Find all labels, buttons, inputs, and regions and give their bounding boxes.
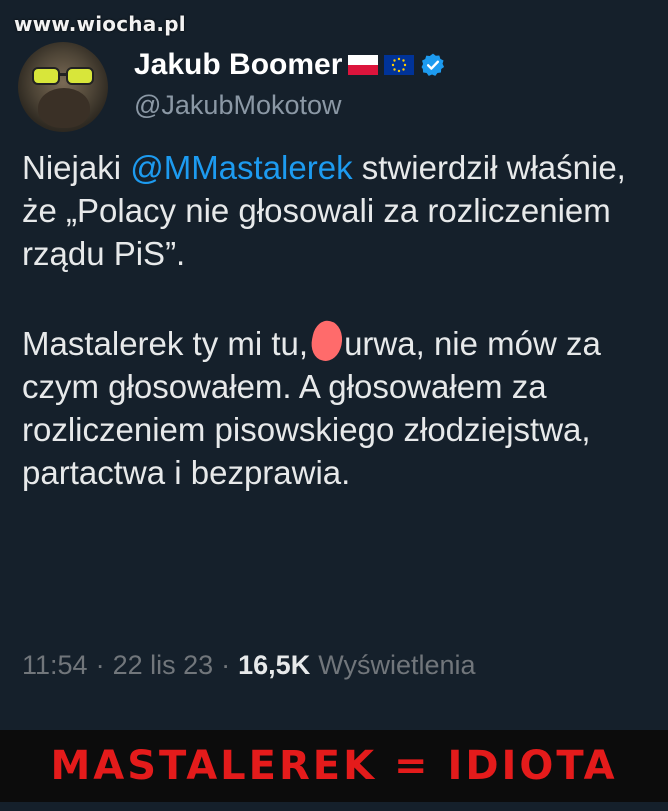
text-segment: Niejaki [22,149,131,186]
views-count: 16,5K [238,650,311,680]
tweet-time[interactable]: 11:54 [22,650,88,681]
avatar-beard [38,88,90,128]
tweet-header: Jakub Boomer @JakubMokotow [18,42,658,132]
tweet-paragraph-2: Mastalerek ty mi tu, urwa, nie mów za czy… [22,318,652,494]
tweet-paragraph-1: Niejaki @MMastalerek stwierdził właśnie,… [22,146,652,275]
tweet-meta: 11:54 · 22 lis 23 · 16,5K Wyświetlenia [22,650,476,681]
separator: · [221,650,231,680]
tweet-date[interactable]: 22 lis 23 [113,650,214,681]
display-name[interactable]: Jakub Boomer [134,48,342,82]
censor-blob [308,318,346,364]
banner-text: MASTALEREK = IDIOTA [50,743,618,789]
name-row: Jakub Boomer [134,48,446,82]
text-segment: Mastalerek ty mi tu, [22,325,309,362]
verified-badge-icon [421,53,445,76]
censored-word: urwa [344,325,416,362]
user-handle[interactable]: @JakubMokotow [134,90,342,121]
sunglasses-icon [32,67,94,85]
tweet-text: Niejaki @MMastalerek stwierdził właśnie,… [22,146,652,494]
separator: · [95,650,105,680]
watermark: www.wiocha.pl [14,12,186,36]
eu-flag-icon [384,55,415,75]
avatar[interactable] [18,42,108,132]
caption-banner: MASTALEREK = IDIOTA [0,730,668,802]
poland-flag-icon [348,55,379,75]
mention-link[interactable]: @MMastalerek [130,149,352,186]
views-label: Wyświetlenia [318,650,476,680]
